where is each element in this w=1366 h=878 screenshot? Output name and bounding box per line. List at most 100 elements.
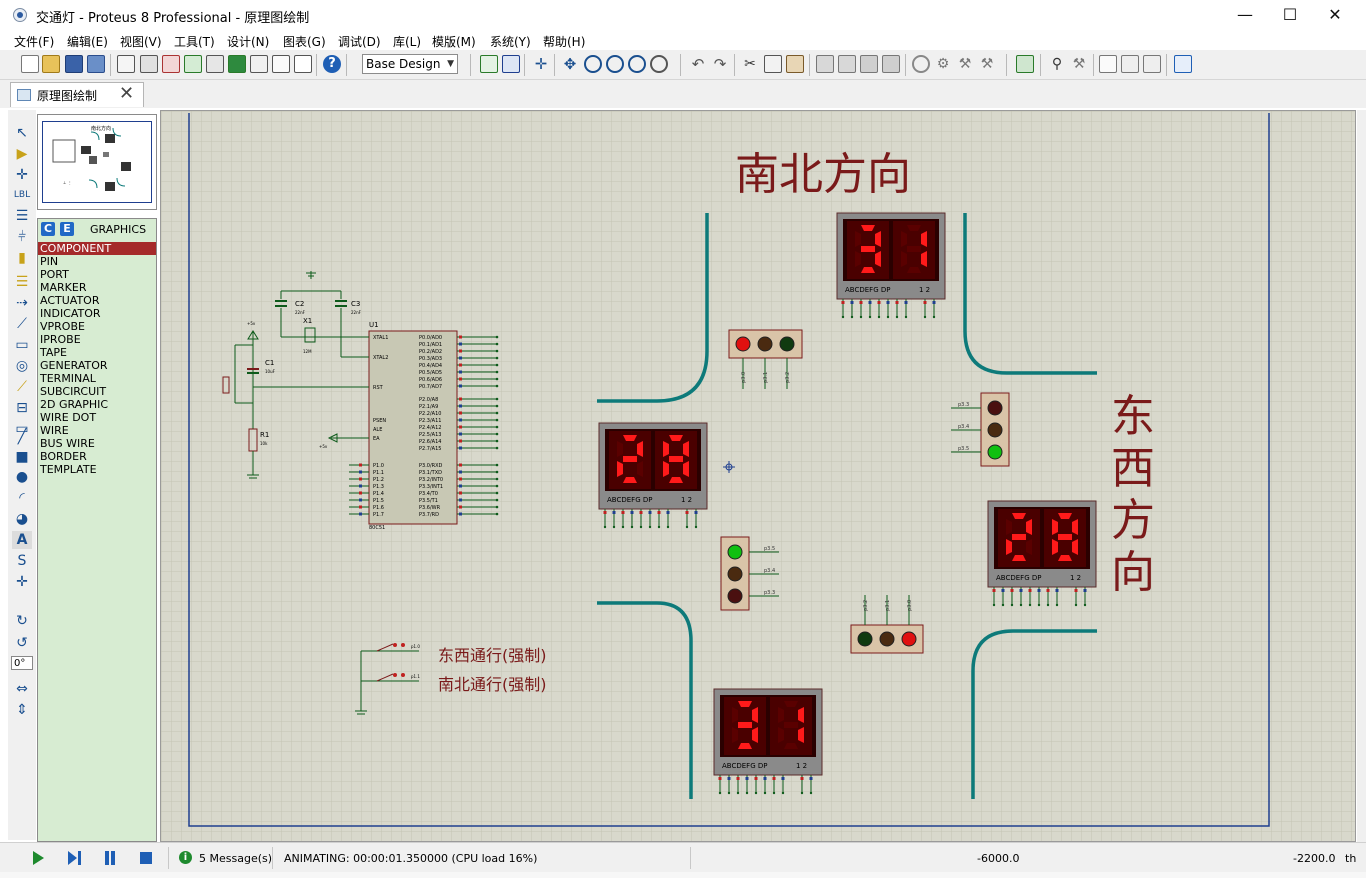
3d-viewer-icon[interactable] <box>206 55 224 73</box>
tape-recorder-icon[interactable]: ▭ <box>12 336 32 354</box>
save-icon[interactable] <box>65 55 83 73</box>
tab-close-icon[interactable]: ✕ <box>119 83 134 104</box>
close-window-button[interactable]: ✕ <box>1312 0 1358 30</box>
schematic-icon[interactable] <box>140 55 158 73</box>
zoom-out-icon[interactable] <box>606 55 624 73</box>
component-mode-icon[interactable]: ▶ <box>12 145 32 163</box>
pan-icon[interactable]: ✥ <box>561 55 579 73</box>
subcircuit-icon[interactable]: ▮ <box>12 249 32 267</box>
list-item-wire-dot[interactable]: WIRE DOT <box>38 411 156 424</box>
block-move-icon[interactable] <box>838 55 856 73</box>
marker-icon[interactable]: ✛ <box>12 573 32 591</box>
grid-toggle-icon[interactable] <box>502 55 520 73</box>
redo-icon[interactable]: ↷ <box>711 55 729 73</box>
list-item-pin[interactable]: PIN <box>38 255 156 268</box>
line-icon[interactable]: ╱ <box>12 428 32 446</box>
notes-icon[interactable] <box>272 55 290 73</box>
selection-mode-icon[interactable]: ↖ <box>12 124 32 142</box>
block-rotate-icon[interactable] <box>860 55 878 73</box>
make-device-icon[interactable]: ⚙ <box>934 55 952 73</box>
search-tag-icon[interactable]: ⚲ <box>1048 55 1066 73</box>
menu-graph[interactable]: 图表(G) <box>283 33 326 50</box>
schematic-canvas[interactable]: 南北方向 东 西 方 向 东西通行(强制) 南北通行(强制) ABCDEFG D… <box>160 110 1356 842</box>
remove-sheet-icon[interactable] <box>1121 55 1139 73</box>
circle-icon[interactable]: ● <box>12 468 32 486</box>
arc-icon[interactable]: ◜ <box>12 489 32 507</box>
source-code-icon[interactable] <box>250 55 268 73</box>
box-icon[interactable]: ■ <box>12 448 32 466</box>
play-icon[interactable] <box>30 850 46 866</box>
undo-icon[interactable]: ↶ <box>689 55 707 73</box>
menu-view[interactable]: 视图(V) <box>120 33 162 50</box>
zoom-in-icon[interactable] <box>584 55 602 73</box>
help-icon[interactable]: ? <box>323 55 341 73</box>
text-tool-icon[interactable]: A <box>12 531 32 549</box>
list-item-port[interactable]: PORT <box>38 268 156 281</box>
cut-icon[interactable]: ✂ <box>741 55 759 73</box>
rotate-clockwise-icon[interactable]: ↻ <box>12 612 32 630</box>
symbol-icon[interactable]: S <box>12 552 32 570</box>
graph-icon[interactable]: ⟋ <box>12 315 32 333</box>
list-item-bus-wire[interactable]: BUS WIRE <box>38 437 156 450</box>
list-item-indicator[interactable]: INDICATOR <box>38 307 156 320</box>
menu-help[interactable]: 帮助(H) <box>543 33 585 50</box>
library-edit-button[interactable]: E <box>60 222 74 236</box>
copy-icon[interactable] <box>764 55 782 73</box>
list-item-terminal[interactable]: TERMINAL <box>38 372 156 385</box>
menu-tools[interactable]: 工具(T) <box>174 33 215 50</box>
terminal-icon[interactable]: ☰ <box>12 273 32 291</box>
netlist-icon[interactable] <box>1174 55 1192 73</box>
property-assign-icon[interactable]: ⚒ <box>1070 55 1088 73</box>
rotation-input[interactable]: 0° <box>11 656 33 670</box>
list-item-border[interactable]: BORDER <box>38 450 156 463</box>
open-folder-icon[interactable] <box>42 55 60 73</box>
block-delete-icon[interactable] <box>882 55 900 73</box>
component-mode-button[interactable]: C <box>41 222 55 236</box>
packaging-tool-icon[interactable]: ⚒ <box>956 55 974 73</box>
list-item-vprobe[interactable]: VPROBE <box>38 320 156 333</box>
mirror-vertical-icon[interactable]: ⇕ <box>12 701 32 719</box>
save-all-icon[interactable] <box>87 55 105 73</box>
list-item-tape[interactable]: TAPE <box>38 346 156 359</box>
overview-window[interactable]: 南北方向 ⊥ ⋮ <box>37 114 157 210</box>
minimize-button[interactable]: — <box>1222 0 1268 30</box>
pause-icon[interactable] <box>102 850 118 866</box>
new-file-icon[interactable] <box>21 55 39 73</box>
junction-dot-icon[interactable]: ✛ <box>12 166 32 184</box>
pick-device-icon[interactable] <box>912 55 930 73</box>
refresh-icon[interactable] <box>480 55 498 73</box>
paste-icon[interactable] <box>786 55 804 73</box>
menu-file[interactable]: 文件(F) <box>14 33 54 50</box>
stop-icon[interactable] <box>138 850 154 866</box>
step-icon[interactable] <box>66 850 82 866</box>
path-icon[interactable]: ◕ <box>12 510 32 528</box>
zoom-all-icon[interactable] <box>628 55 646 73</box>
new-sheet-icon[interactable] <box>1099 55 1117 73</box>
schematic-drawing[interactable]: 南北方向 东 西 方 向 东西通行(强制) 南北通行(强制) ABCDEFG D… <box>161 111 1355 841</box>
current-probe-icon[interactable]: ⊟ <box>12 399 32 417</box>
pcb-layout-icon[interactable] <box>162 55 180 73</box>
wire-label-icon[interactable]: LBL <box>12 186 32 204</box>
menu-design[interactable]: 设计(N) <box>227 33 269 50</box>
gerber-icon[interactable] <box>184 55 202 73</box>
exit-to-parent-icon[interactable] <box>1143 55 1161 73</box>
list-item-iprobe[interactable]: IPROBE <box>38 333 156 346</box>
menu-library[interactable]: 库(L) <box>393 33 421 50</box>
list-item-actuator[interactable]: ACTUATOR <box>38 294 156 307</box>
decompose-icon[interactable]: ⚒ <box>978 55 996 73</box>
tab-schematic[interactable]: 原理图绘制 ✕ <box>10 82 144 107</box>
messages-count[interactable]: 5 Message(s) <box>199 852 272 865</box>
mirror-horizontal-icon[interactable]: ⇔ <box>12 680 32 698</box>
design-selector[interactable]: Base Design ▼ <box>362 54 458 74</box>
menu-debug[interactable]: 调试(D) <box>338 33 381 50</box>
list-item-2d-graphic[interactable]: 2D GRAPHIC <box>38 398 156 411</box>
list-item-template[interactable]: TEMPLATE <box>38 463 156 476</box>
bus-icon[interactable]: ⫩ <box>12 228 32 246</box>
list-item-generator[interactable]: GENERATOR <box>38 359 156 372</box>
maximize-button[interactable]: ☐ <box>1267 0 1313 30</box>
voltage-probe-icon[interactable]: ⟋ <box>12 378 32 396</box>
menu-edit[interactable]: 编辑(E) <box>67 33 108 50</box>
menu-template[interactable]: 模版(M) <box>432 33 476 50</box>
home-icon[interactable] <box>117 55 135 73</box>
list-item-marker[interactable]: MARKER <box>38 281 156 294</box>
